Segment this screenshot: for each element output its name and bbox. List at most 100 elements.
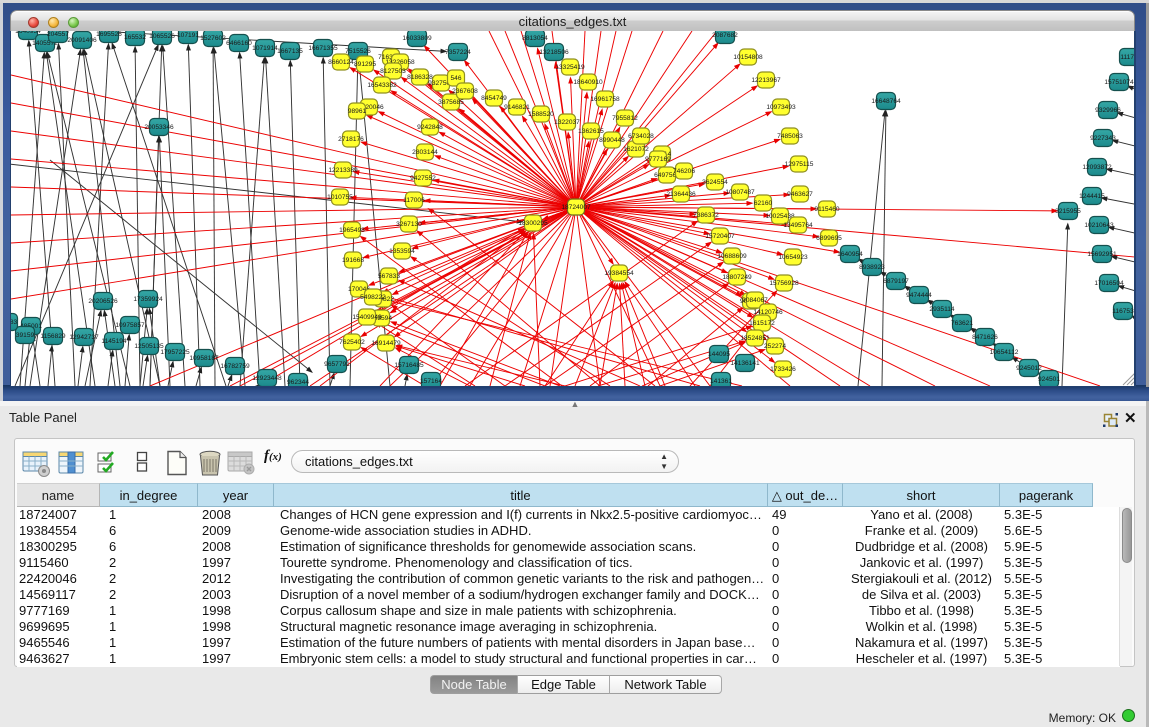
svg-text:8471626: 8471626 (972, 334, 998, 341)
svg-text:1621072: 1621072 (623, 146, 649, 153)
svg-text:567833: 567833 (378, 273, 400, 280)
svg-text:18640910: 18640910 (573, 79, 603, 86)
svg-text:7485063: 7485063 (777, 133, 803, 140)
svg-text:8454749: 8454749 (481, 95, 507, 102)
svg-text:17957225: 17957225 (160, 349, 190, 356)
svg-text:2087682: 2087682 (712, 32, 738, 39)
svg-text:10654112: 10654112 (990, 349, 1019, 356)
svg-text:10958187: 10958187 (189, 355, 219, 362)
svg-text:1065526: 1065526 (149, 33, 175, 40)
svg-text:9474444: 9474444 (906, 292, 932, 299)
svg-text:1156829: 1156829 (40, 333, 66, 340)
svg-text:15692951: 15692951 (1087, 251, 1117, 258)
svg-text:10975857: 10975857 (115, 322, 145, 329)
svg-text:18807249: 18807249 (722, 274, 752, 281)
svg-text:11174: 11174 (1120, 54, 1136, 61)
svg-text:16671355: 16671355 (308, 45, 338, 52)
svg-text:12975115: 12975115 (785, 161, 814, 168)
svg-text:6879197: 6879197 (883, 278, 909, 285)
svg-text:17359924: 17359924 (133, 296, 163, 303)
svg-text:98961: 98961 (348, 108, 367, 115)
svg-text:9084067: 9084067 (742, 297, 768, 304)
svg-text:546: 546 (450, 75, 461, 82)
svg-text:1588520: 1588520 (528, 111, 554, 118)
svg-text:2367608: 2367608 (452, 88, 478, 95)
svg-text:15716485: 15716485 (394, 362, 424, 369)
svg-text:18724007: 18724007 (561, 204, 591, 211)
svg-text:10083: 10083 (11, 319, 17, 326)
svg-text:9227343: 9227343 (1090, 135, 1116, 142)
svg-text:18524851: 18524851 (740, 335, 770, 342)
svg-text:12213967: 12213967 (751, 77, 781, 84)
svg-text:141361: 141361 (710, 378, 732, 385)
svg-text:6899695: 6899695 (816, 235, 842, 242)
svg-text:7515526: 7515526 (345, 48, 371, 55)
svg-text:8938923: 8938923 (859, 264, 885, 271)
svg-text:1322037: 1322037 (554, 119, 580, 126)
svg-text:9245012: 9245012 (1016, 365, 1042, 372)
svg-text:20091406: 20091406 (67, 37, 97, 44)
svg-text:16543382: 16543382 (367, 82, 397, 89)
svg-text:116753: 116753 (1112, 308, 1134, 315)
svg-text:9329966: 9329966 (1095, 107, 1121, 114)
svg-text:1640954: 1640954 (15, 31, 41, 35)
svg-text:20206526: 20206526 (88, 298, 118, 305)
svg-text:204557: 204557 (47, 31, 69, 38)
svg-text:1362615: 1362615 (578, 128, 604, 135)
svg-text:6466160: 6466160 (226, 40, 252, 47)
svg-text:1667135: 1667135 (277, 48, 303, 55)
svg-text:1145194: 1145194 (101, 338, 127, 345)
svg-text:157164: 157164 (420, 378, 442, 385)
svg-text:15751074: 15751074 (1104, 79, 1134, 86)
svg-text:117006: 117006 (403, 197, 425, 204)
svg-text:12093872: 12093872 (1082, 164, 1112, 171)
svg-text:9427552: 9427552 (410, 175, 436, 182)
svg-text:1071914: 1071914 (252, 45, 278, 52)
svg-text:18300295: 18300295 (518, 220, 548, 227)
svg-text:1615172: 1615172 (749, 320, 775, 327)
svg-text:10973493: 10973493 (766, 104, 796, 111)
svg-text:191668: 191668 (342, 257, 364, 264)
svg-text:924501: 924501 (1038, 376, 1060, 383)
svg-text:8813054: 8813054 (522, 35, 548, 42)
svg-text:20053346: 20053346 (144, 124, 174, 131)
svg-text:165532: 165532 (124, 34, 146, 41)
svg-text:1353594: 1353594 (389, 248, 415, 255)
svg-text:13495764: 13495764 (783, 222, 813, 229)
svg-text:1733426: 1733426 (770, 366, 796, 373)
svg-text:9146821: 9146821 (504, 104, 530, 111)
svg-text:144095: 144095 (708, 351, 730, 358)
svg-text:8127503: 8127503 (380, 68, 406, 75)
svg-text:16648764: 16648764 (871, 98, 901, 105)
svg-text:6734028: 6734028 (628, 133, 654, 140)
svg-text:16914479: 16914479 (371, 340, 401, 347)
svg-text:13218506: 13218506 (539, 49, 569, 56)
svg-text:9242848: 9242848 (417, 124, 443, 131)
svg-text:1640954: 1640954 (837, 251, 863, 258)
svg-text:8990448: 8990448 (599, 137, 625, 144)
svg-text:1695526: 1695526 (96, 31, 122, 38)
svg-text:9657791: 9657791 (324, 361, 350, 368)
svg-text:1244415: 1244415 (1079, 193, 1105, 200)
svg-text:12923448: 12923448 (252, 375, 282, 382)
svg-text:10210643: 10210643 (1084, 222, 1114, 229)
svg-text:252274: 252274 (764, 343, 786, 350)
svg-text:763621: 763621 (951, 320, 973, 327)
svg-text:1965498: 1965498 (339, 227, 365, 234)
svg-text:962344: 962344 (287, 379, 309, 386)
svg-text:7357224: 7357224 (445, 49, 471, 56)
svg-text:2718176: 2718176 (338, 136, 364, 143)
svg-text:14136141: 14136141 (730, 360, 760, 367)
svg-text:16033809: 16033809 (402, 35, 432, 42)
svg-text:746206: 746206 (673, 168, 695, 175)
svg-text:10154808: 10154808 (733, 54, 763, 61)
svg-text:15720407: 15720407 (705, 233, 735, 240)
svg-text:1010755: 1010755 (327, 194, 353, 201)
svg-text:16782759: 16782759 (220, 363, 250, 370)
svg-text:13325419: 13325419 (555, 64, 585, 71)
svg-text:7625402: 7625402 (339, 339, 365, 346)
svg-text:1527602: 1527602 (200, 35, 226, 42)
svg-text:8660124: 8660124 (328, 59, 354, 66)
svg-text:3875685: 3875685 (438, 99, 464, 106)
svg-text:3624554: 3624554 (702, 179, 728, 186)
